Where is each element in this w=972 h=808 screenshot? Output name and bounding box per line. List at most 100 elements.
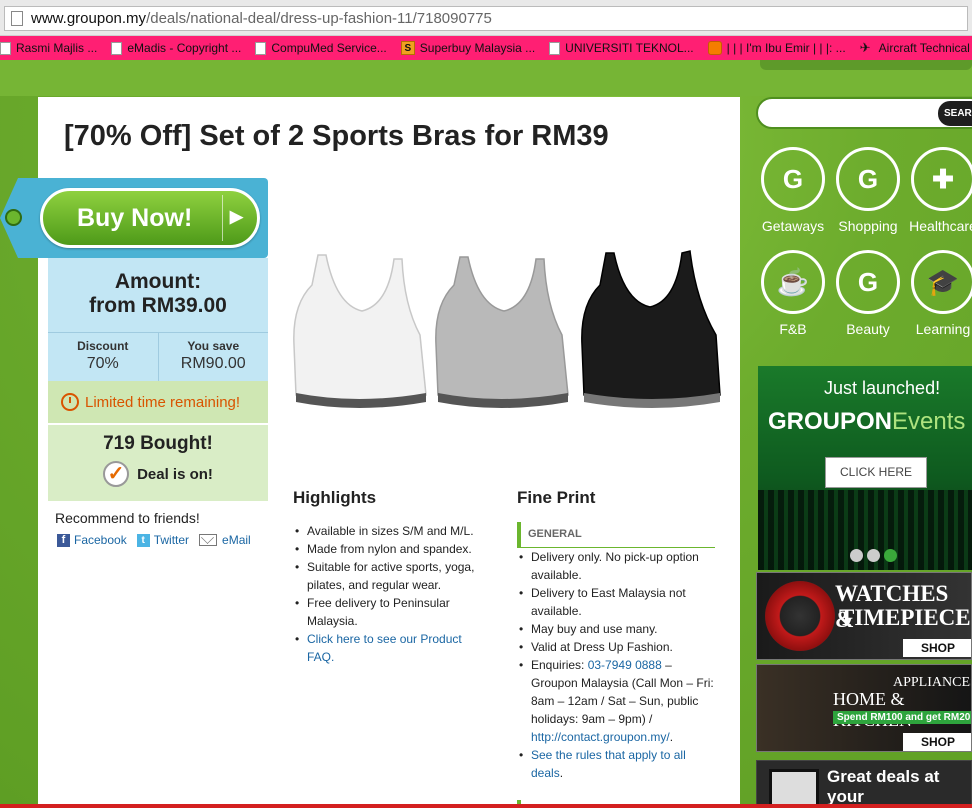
amount-label: Amount:: [114, 270, 202, 293]
fine-print-heading: Fine Print: [517, 488, 596, 507]
grey-sports-bra: [435, 256, 569, 408]
appliances-promo: Spend RM100 and get RM20: [833, 711, 971, 724]
mobile-app-banner[interactable]: Great deals at your fingertips: [756, 760, 972, 808]
deal-title: [70% Off] Set of 2 Sports Bras for RM39: [64, 120, 609, 152]
share-links: f Facebook t Twitter eMail: [57, 533, 261, 547]
events-cta-button[interactable]: CLICK HERE: [825, 457, 927, 488]
deal-status-text: Deal is on!: [137, 465, 213, 483]
appliances-shop-button[interactable]: SHOP HERE »: [903, 733, 971, 751]
twitter-label: Twitter: [153, 533, 190, 547]
page-icon: [111, 41, 123, 55]
savings-label: You save: [187, 339, 240, 353]
category-getaways[interactable]: G Getaways: [756, 147, 830, 234]
events-tagline: Just launched!: [824, 378, 941, 398]
bookmark-item[interactable]: | | | I'm Ibu Emir | | |: ...: [707, 41, 846, 55]
high-heel-icon: G: [836, 250, 900, 314]
bookmark-label: UNIVERSITI TEKNOL...: [565, 41, 694, 55]
discount-value: 70%: [86, 355, 119, 372]
fine-print-list: Delivery only. No pick-up option availab…: [517, 548, 715, 782]
bookmarks-bar: Rasmi Majlis ... eMadis - Copyright ... …: [0, 36, 972, 60]
plane-icon: ✈: [859, 40, 871, 55]
bookmark-label: eMadis - Copyright ...: [127, 41, 242, 55]
events-brand: GROUPONEvents: [768, 408, 965, 436]
bookmark-item[interactable]: eMadis - Copyright ...: [111, 41, 241, 55]
list-item: Available in sizes S/M and M/L.: [293, 522, 489, 540]
shopping-bag-icon: G: [836, 147, 900, 211]
category-learning[interactable]: 🎓 Learning: [906, 250, 972, 337]
category-beauty[interactable]: G Beauty: [831, 250, 905, 337]
bookmark-item[interactable]: S Superbuy Malaysia ...: [400, 41, 536, 55]
category-label: F&B: [779, 321, 807, 337]
email-icon: [199, 534, 218, 546]
category-healthcare[interactable]: ✚ Healthcare: [906, 147, 972, 234]
savings-stat: You save RM90.00: [159, 333, 269, 381]
category-fnb[interactable]: ☕ F&B: [756, 250, 830, 337]
product-image: [293, 250, 721, 408]
enquiries-end: .: [669, 730, 674, 744]
phone-link[interactable]: 03-7949 0888: [588, 658, 662, 672]
address-bar[interactable]: www.groupon.my/deals/national-deal/dress…: [4, 6, 968, 31]
buy-now-button[interactable]: Buy Now! ▶: [40, 188, 260, 248]
white-sports-bra: [293, 254, 427, 408]
list-item: Free delivery to Peninsular Malaysia.: [293, 594, 489, 630]
groupon-events-banner[interactable]: Just launched! GROUPONEvents CLICK HERE: [758, 366, 972, 570]
carousel-dots: [850, 549, 901, 562]
events-brand-main: GROUPON: [768, 408, 893, 435]
bookmark-item[interactable]: CompuMed Service...: [255, 41, 387, 55]
category-label: Beauty: [846, 321, 890, 337]
search-button[interactable]: SEARCH: [938, 101, 972, 126]
page-icon: [0, 41, 11, 55]
twitter-icon: t: [136, 533, 150, 547]
appliances-line2: HOME & KITCHEN: [833, 689, 912, 730]
watches-banner[interactable]: WATCHES & TIMEPIECES SHOP HERE »: [756, 572, 972, 660]
recommend-heading: Recommend to friends!: [55, 510, 200, 526]
carousel-dot[interactable]: [867, 549, 880, 562]
highlights-heading: Highlights: [293, 488, 377, 507]
limited-time-text: Limited time remaining!: [85, 393, 241, 411]
carousel-dot-active[interactable]: [884, 549, 897, 562]
watches-shop-button[interactable]: SHOP HERE »: [903, 639, 971, 657]
clock-icon: [61, 393, 79, 411]
rules-link[interactable]: See the rules that apply to all deals: [531, 748, 686, 780]
contact-link[interactable]: http://contact.groupon.my/: [531, 730, 670, 744]
carousel-dot[interactable]: [850, 549, 863, 562]
ribbon-hole: [5, 209, 22, 226]
bookmark-label: | | | I'm Ibu Emir | | |: ...: [726, 41, 846, 55]
email-share-link[interactable]: eMail: [199, 533, 251, 547]
page-icon: [549, 41, 561, 55]
category-label: Getaways: [761, 218, 825, 234]
bookmark-label: Aircraft Technical D...: [878, 41, 972, 55]
bookmark-item[interactable]: ✈ Aircraft Technical D...: [860, 41, 972, 55]
bookmark-label: Rasmi Majlis ...: [16, 41, 98, 55]
category-label: Healthcare: [909, 218, 972, 234]
header-tab: [760, 60, 972, 70]
phone-image: [769, 769, 819, 807]
twitter-share-link[interactable]: t Twitter: [136, 533, 190, 547]
mobile-app-line1: Great deals at your: [827, 767, 940, 806]
category-shopping[interactable]: G Shopping: [831, 147, 905, 234]
chevron-right-icon: ▶: [229, 207, 243, 226]
discount-stat: Discount 70%: [48, 333, 159, 381]
window-bottom-border: [0, 804, 972, 808]
black-sports-bra: [581, 250, 721, 408]
graduation-cap-icon: 🎓: [911, 250, 972, 314]
amount-price: from RM39.00: [89, 294, 227, 317]
page-icon: [11, 11, 23, 26]
list-item: See the rules that apply to all deals.: [517, 746, 715, 782]
appliances-banner[interactable]: APPLIANCES HOME & KITCHEN Spend RM100 an…: [756, 664, 972, 752]
list-item: Delivery only. No pick-up option availab…: [517, 548, 715, 584]
deal-stats: Discount 70% You save RM90.00: [48, 332, 268, 381]
product-faq-link[interactable]: Click here to see our Product FAQ.: [307, 632, 462, 664]
list-item: May buy and use many.: [517, 620, 715, 638]
email-label: eMail: [222, 533, 251, 547]
highlights-list: Available in sizes S/M and M/L. Made fro…: [293, 522, 489, 666]
bookmark-item[interactable]: UNIVERSITI TEKNOL...: [549, 41, 694, 55]
checkmark-icon: ✓: [103, 461, 130, 487]
url-path: /deals/national-deal/dress-up-fashion-11…: [146, 10, 492, 27]
facebook-share-link[interactable]: f Facebook: [57, 533, 127, 547]
bookmark-label: Superbuy Malaysia ...: [419, 41, 536, 55]
deal-status: ✓ Deal is on!: [48, 461, 268, 487]
bookmark-item[interactable]: Rasmi Majlis ...: [0, 41, 97, 55]
rules-end: .: [559, 766, 564, 780]
events-brand-sub: Events: [892, 408, 966, 435]
